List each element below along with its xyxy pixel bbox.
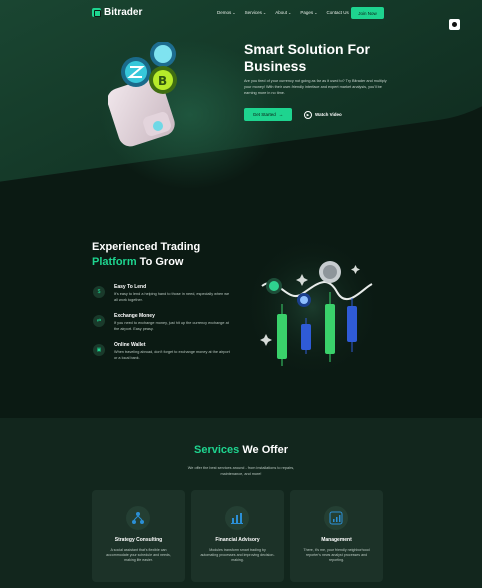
- card-description: There, it's me, your friendly neighborho…: [303, 548, 370, 563]
- main-menu: Demos ⌄ Services ⌄ About ⌄ Pages ⌄ Contact U…: [217, 10, 349, 15]
- card-description: Modules transform smart trading by autom…: [200, 548, 275, 563]
- exchange-icon: ⇄: [93, 315, 105, 327]
- services-title: Services We Offer: [0, 444, 482, 456]
- top-navbar: Bitrader Demos ⌄ Services ⌄ About ⌄ Pages ⌄ …: [0, 0, 482, 26]
- feature-title: Exchange Money: [114, 313, 155, 319]
- services-title-rest: We Offer: [239, 444, 288, 456]
- brand-name: Bitrader: [104, 7, 143, 18]
- chevron-down-icon: ⌄: [232, 10, 236, 15]
- watch-video-button[interactable]: ▶ Watch Video: [304, 108, 342, 121]
- chevron-down-icon: ⌄: [288, 10, 292, 15]
- feature-description: It's easy to lend a helping hand to thos…: [114, 292, 230, 302]
- join-now-button[interactable]: Join Now: [351, 7, 384, 19]
- service-card-financial[interactable]: Financial Advisory Modules transform sma…: [191, 490, 284, 582]
- trading-title-accent: Platform: [92, 256, 137, 268]
- card-title: Strategy Consulting: [114, 537, 163, 543]
- menu-item-about[interactable]: About ⌄: [275, 10, 291, 15]
- trading-section: [0, 232, 482, 418]
- trading-title-rest: To Grow: [136, 256, 184, 268]
- moon-icon: [452, 22, 457, 27]
- hero-description: Are you tired of your currency not going…: [244, 79, 387, 95]
- hero-title-line1: Smart Solution For: [244, 41, 370, 57]
- hero-title: Smart Solution For Business: [244, 41, 404, 75]
- feature-description: When traveling abroad, don't forget to e…: [114, 350, 230, 360]
- card-title: Financial Advisory: [215, 537, 260, 543]
- feature-title: Easy To Lend: [114, 284, 147, 290]
- bar-chart-icon: [225, 506, 249, 530]
- menu-item-services[interactable]: Services ⌄: [245, 10, 267, 15]
- hero-title-line2: Business: [244, 58, 307, 74]
- svg-text:B: B: [158, 74, 167, 88]
- services-description: We offer the best services around - from…: [187, 466, 295, 476]
- service-card-strategy[interactable]: Strategy Consulting A social assistant t…: [92, 490, 185, 582]
- feature-title: Online Wallet: [114, 342, 146, 348]
- menu-item-pages[interactable]: Pages ⌄: [300, 10, 317, 15]
- service-card-management[interactable]: Management There, it's me, your friendly…: [290, 490, 383, 582]
- chevron-down-icon: ⌄: [262, 10, 267, 15]
- candlestick-illustration: [242, 234, 382, 380]
- growth-chart-icon: [324, 506, 348, 530]
- dollar-icon: $: [93, 286, 105, 298]
- card-description: A social assistant that's flexible can a…: [106, 548, 171, 563]
- play-icon: ▶: [304, 110, 312, 119]
- wallet-coins-illustration: B: [108, 42, 177, 147]
- brand-logo[interactable]: Bitrader: [92, 7, 142, 18]
- menu-label: Demos: [217, 10, 232, 15]
- feature-description: If you need to exchange money, just hit …: [114, 321, 229, 331]
- logo-icon: [92, 8, 101, 17]
- menu-item-demos[interactable]: Demos ⌄: [217, 10, 236, 15]
- strategy-icon: [126, 506, 150, 530]
- wallet-icon: ▣: [93, 344, 105, 356]
- arrow-right-icon: →: [278, 112, 284, 117]
- chevron-down-icon: ⌄: [314, 10, 318, 15]
- trading-title-line1: Experienced Trading: [92, 241, 201, 253]
- hero-section: [0, 0, 482, 232]
- menu-item-contact[interactable]: Contact Us: [327, 10, 349, 15]
- menu-label: Contact Us: [326, 10, 349, 15]
- menu-label: Services: [244, 10, 262, 15]
- get-started-label: Get Started: [252, 112, 276, 117]
- services-title-accent: Services: [194, 444, 240, 456]
- get-started-button[interactable]: Get Started →: [244, 108, 292, 121]
- theme-toggle-button[interactable]: [449, 19, 460, 30]
- trading-title: Experienced Trading Platform To Grow: [92, 240, 200, 270]
- card-title: Management: [321, 537, 352, 543]
- menu-label: Pages: [300, 10, 314, 15]
- watch-video-label: Watch Video: [315, 112, 342, 117]
- menu-label: About: [275, 10, 288, 15]
